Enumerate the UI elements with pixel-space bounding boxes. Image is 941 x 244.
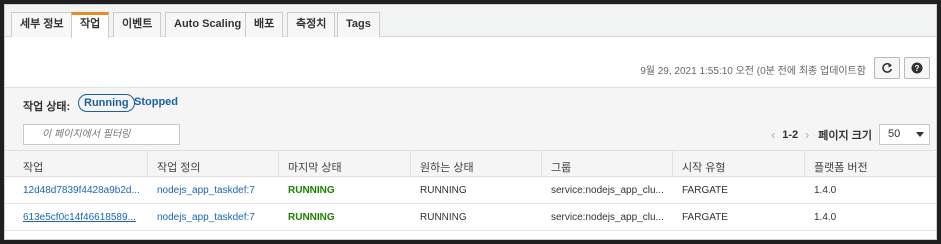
tab-tags[interactable]: Tags [337, 12, 380, 37]
col-last-status[interactable]: 마지막 상태 [288, 159, 342, 175]
column-divider [147, 151, 148, 177]
col-task-definition[interactable]: 작업 정의 [157, 159, 201, 175]
refresh-icon [882, 62, 893, 73]
page-size-value: 50 [888, 128, 901, 140]
refresh-button[interactable] [874, 57, 900, 79]
desired-status: RUNNING [420, 212, 467, 223]
task-id-link[interactable]: 613e5cf0c14f46618589... [23, 212, 145, 223]
column-divider [804, 151, 805, 177]
table-header: 작업 작업 정의 마지막 상태 원하는 상태 그룹 시작 유형 플랫폼 버전 [5, 150, 936, 177]
col-desired-status[interactable]: 원하는 상태 [420, 159, 474, 175]
platform-version: 1.4.0 [814, 185, 837, 196]
tab-auto-scaling[interactable]: Auto Scaling [165, 12, 251, 37]
launch-type: FARGATE [682, 212, 728, 223]
help-icon: ? [911, 62, 923, 74]
tasks-table: 작업 작업 정의 마지막 상태 원하는 상태 그룹 시작 유형 플랫폼 버전 1… [5, 150, 936, 231]
group: service:nodejs_app_clu... [551, 185, 664, 196]
tab-details[interactable]: 세부 정보 [11, 12, 73, 37]
task-status-label: 작업 상태: [23, 101, 71, 113]
desired-status: RUNNING [420, 185, 467, 196]
column-divider [410, 151, 411, 177]
col-task[interactable]: 작업 [23, 159, 43, 175]
prev-page-button[interactable]: ‹ [771, 128, 775, 142]
tab-bar: 세부 정보 작업 이벤트 Auto Scaling 배포 측정치 Tags [5, 5, 936, 38]
launch-type: FARGATE [682, 185, 728, 196]
col-platform-version[interactable]: 플랫폼 버전 [814, 159, 868, 175]
task-definition-link[interactable]: nodejs_app_taskdef:7 [157, 185, 275, 196]
table-row: 12d48d7839f4428a9b2d... nodejs_app_taskd… [5, 177, 936, 204]
tab-events[interactable]: 이벤트 [113, 12, 162, 37]
table-toolbar: ‹ 1-2 › 페이지 크기 50 [5, 120, 936, 150]
task-definition-link[interactable]: nodejs_app_taskdef:7 [157, 212, 275, 223]
task-status-filter: 작업 상태: Running Stopped [5, 87, 936, 120]
col-launch-type[interactable]: 시작 유형 [682, 159, 726, 175]
table-row: 613e5cf0c14f46618589... nodejs_app_taskd… [5, 204, 936, 231]
last-status: RUNNING [288, 212, 335, 223]
tab-metrics[interactable]: 측정치 [287, 12, 336, 37]
last-status: RUNNING [288, 185, 335, 196]
filter-stopped[interactable]: Stopped [129, 94, 183, 112]
tab-tasks[interactable]: 작업 [71, 12, 110, 38]
platform-version: 1.4.0 [814, 212, 837, 223]
svg-text:?: ? [915, 64, 920, 73]
refresh-bar: 9월 29, 2021 1:55:10 오전 (0분 전에 최종 업데이트함 ? [610, 57, 930, 79]
help-button[interactable]: ? [904, 57, 930, 79]
column-divider [278, 151, 279, 177]
task-id-link[interactable]: 12d48d7839f4428a9b2d... [23, 185, 145, 196]
pagination: ‹ 1-2 › 페이지 크기 50 [771, 124, 930, 146]
ecs-service-panel: 세부 정보 작업 이벤트 Auto Scaling 배포 측정치 Tags 9월… [4, 4, 937, 240]
filter-running[interactable]: Running [78, 94, 135, 112]
page-size-select[interactable]: 50 [879, 124, 930, 145]
page-range: 1-2 [782, 128, 799, 141]
column-divider [672, 151, 673, 177]
chevron-down-icon [916, 132, 924, 137]
tab-deployments[interactable]: 배포 [245, 12, 284, 37]
filter-input[interactable] [23, 124, 180, 145]
page-size-label: 페이지 크기 [818, 129, 872, 142]
column-divider [541, 151, 542, 177]
next-page-button[interactable]: › [805, 128, 809, 142]
last-updated-text: 9월 29, 2021 1:55:10 오전 (0분 전에 최종 업데이트함 [640, 66, 866, 77]
col-group[interactable]: 그룹 [551, 159, 571, 175]
group: service:nodejs_app_clu... [551, 212, 664, 223]
